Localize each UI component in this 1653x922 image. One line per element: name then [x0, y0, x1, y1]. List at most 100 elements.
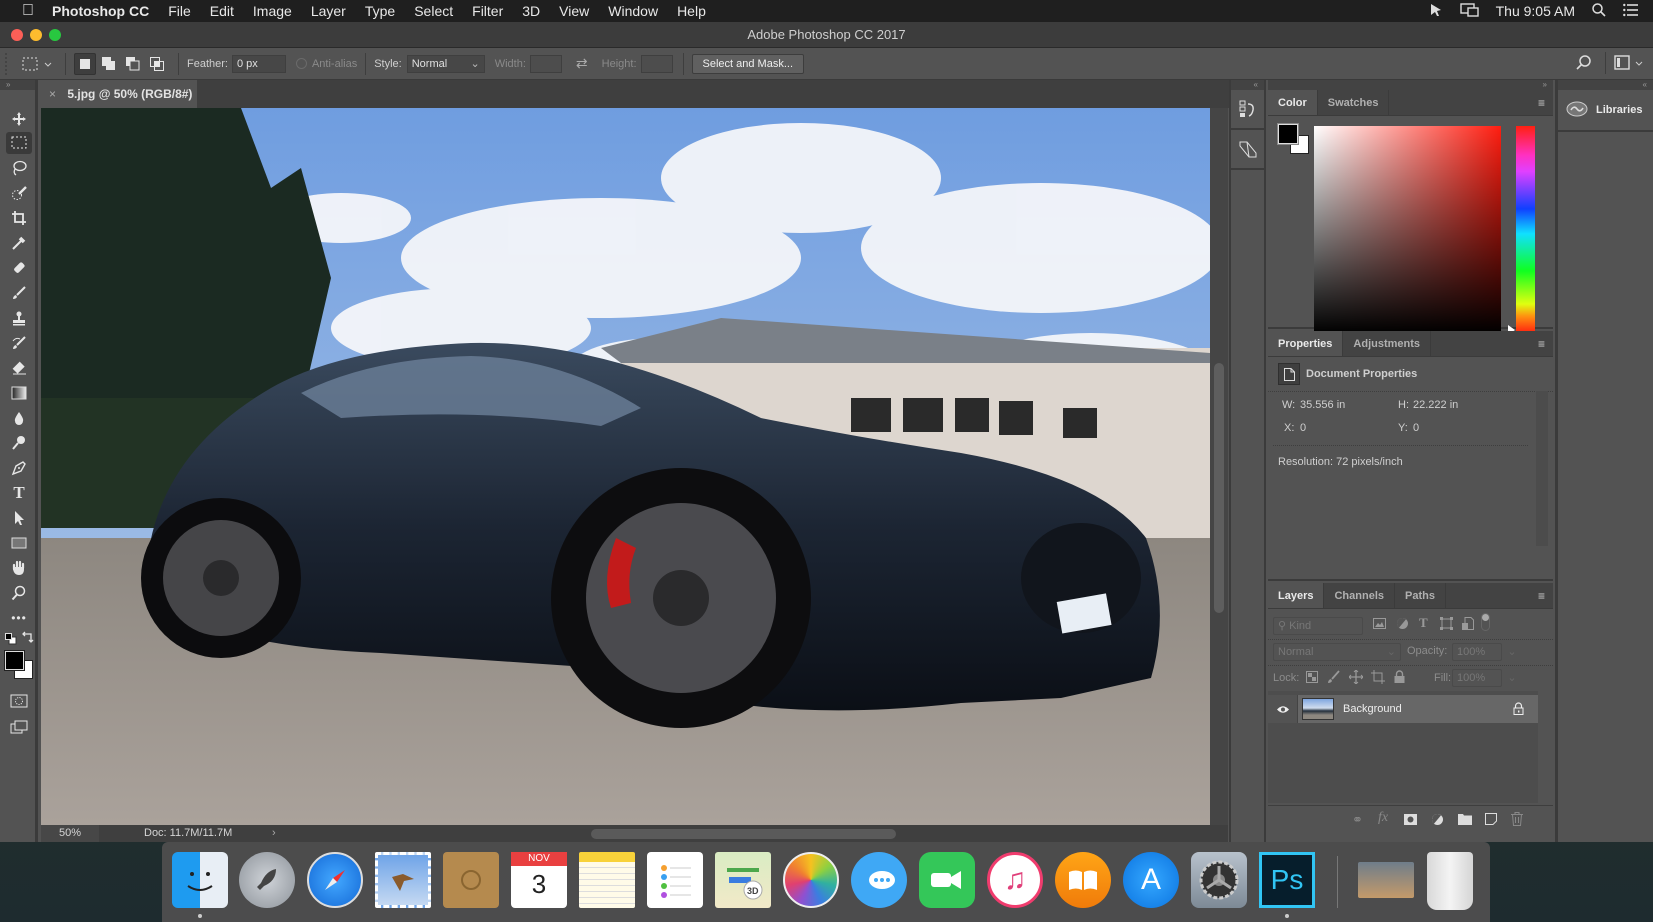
menu-type[interactable]: Type — [365, 3, 395, 19]
close-window-button[interactable] — [11, 29, 23, 41]
edit-toolbar-icon[interactable]: ••• — [6, 607, 32, 629]
tab-adjustments[interactable]: Adjustments — [1343, 331, 1432, 356]
menu-filter[interactable]: Filter — [472, 3, 503, 19]
dock-app-store[interactable]: A — [1123, 852, 1179, 908]
dock-ibooks[interactable] — [1055, 852, 1111, 908]
dock-trash[interactable] — [1427, 852, 1473, 910]
menu-image[interactable]: Image — [253, 3, 292, 19]
workspace-switcher-icon[interactable] — [1614, 55, 1644, 74]
gradient-tool-icon[interactable] — [6, 382, 32, 404]
dock-maps[interactable]: 3D — [715, 852, 771, 908]
cursor-icon[interactable] — [1428, 2, 1444, 21]
collapse-panels-icon[interactable]: « — [1231, 80, 1264, 90]
lock-artboard-icon[interactable] — [1371, 670, 1385, 687]
dock-reminders[interactable] — [647, 852, 703, 908]
eyedropper-tool-icon[interactable] — [6, 232, 32, 254]
tool-preset-picker[interactable] — [21, 53, 55, 75]
history-brush-tool-icon[interactable] — [6, 332, 32, 354]
status-menu-chevron-icon[interactable]: › — [272, 825, 276, 842]
style-dropdown[interactable]: Normal ⌄ — [406, 54, 485, 73]
tab-layers[interactable]: Layers — [1268, 583, 1325, 608]
swap-width-height-icon[interactable]: ⇄ — [576, 55, 588, 72]
zoom-level-field[interactable]: 50% — [41, 825, 99, 842]
filter-smart-objects-icon[interactable] — [1462, 617, 1474, 633]
properties-3d-panel-icon[interactable] — [1231, 130, 1264, 170]
new-selection-icon[interactable] — [74, 52, 96, 75]
rectangular-marquee-tool-icon[interactable] — [6, 132, 32, 154]
dock-safari[interactable] — [307, 852, 363, 908]
quick-selection-tool-icon[interactable] — [6, 182, 32, 204]
dock-calendar[interactable]: NOV 3 — [511, 852, 567, 908]
color-foreground-swatch[interactable] — [1277, 123, 1299, 145]
close-document-icon[interactable]: × — [49, 87, 56, 101]
swap-colors-icon[interactable] — [21, 631, 34, 647]
menu-help[interactable]: Help — [677, 3, 706, 19]
crop-tool-icon[interactable] — [6, 207, 32, 229]
move-tool-icon[interactable] — [6, 108, 32, 130]
collapse-libraries-icon[interactable]: « — [1558, 80, 1653, 90]
hand-tool-icon[interactable] — [6, 557, 32, 579]
options-bar-grip[interactable] — [5, 52, 11, 75]
add-layer-style-icon[interactable]: fx — [1378, 810, 1388, 826]
dock-finder[interactable] — [172, 852, 228, 908]
dock-photoshop[interactable]: Ps — [1259, 852, 1315, 908]
lock-all-icon[interactable] — [1394, 670, 1405, 686]
document-tab[interactable]: × 5.jpg @ 50% (RGB/8#) — [41, 80, 197, 108]
dodge-tool-icon[interactable] — [6, 432, 32, 454]
clock[interactable]: Thu 9:05 AM — [1496, 3, 1575, 19]
apple-icon[interactable]:  — [20, 2, 36, 20]
hue-slider[interactable] — [1516, 126, 1535, 333]
toolbar-collapse-icon[interactable]: » — [0, 80, 35, 90]
width-property-value[interactable]: 35.556 in — [1300, 399, 1345, 411]
lasso-tool-icon[interactable] — [6, 157, 32, 179]
filter-shape-layers-icon[interactable] — [1440, 617, 1453, 633]
tab-channels[interactable]: Channels — [1324, 583, 1395, 608]
tab-swatches[interactable]: Swatches — [1318, 90, 1390, 115]
dock-mail[interactable] — [375, 852, 431, 908]
dock-launchpad[interactable] — [239, 852, 295, 908]
delete-layer-icon[interactable] — [1511, 812, 1523, 829]
dock-itunes[interactable]: ♫ — [987, 852, 1043, 908]
clone-stamp-tool-icon[interactable] — [6, 307, 32, 329]
rectangle-tool-icon[interactable] — [6, 532, 32, 554]
tab-properties[interactable]: Properties — [1268, 331, 1344, 356]
type-tool-icon[interactable]: T — [6, 482, 32, 504]
menu-view[interactable]: View — [559, 3, 589, 19]
vertical-scrollbar[interactable] — [1210, 108, 1228, 825]
tab-paths[interactable]: Paths — [1395, 583, 1446, 608]
search-icon[interactable] — [1575, 54, 1593, 75]
filter-type-layers-icon[interactable]: T — [1419, 615, 1428, 631]
pen-tool-icon[interactable] — [6, 457, 32, 479]
quick-mask-icon[interactable] — [6, 690, 32, 712]
menu-file[interactable]: File — [168, 3, 191, 19]
menu-3d[interactable]: 3D — [522, 3, 540, 19]
properties-scrollbar[interactable] — [1536, 391, 1548, 546]
zoom-window-button[interactable] — [49, 29, 61, 41]
dock-facetime[interactable] — [919, 852, 975, 908]
path-selection-tool-icon[interactable] — [6, 507, 32, 529]
dock-contacts[interactable] — [443, 852, 499, 908]
filter-toggle-switch[interactable] — [1481, 613, 1490, 631]
dock-photos[interactable] — [783, 852, 839, 908]
dock-messages[interactable] — [851, 852, 907, 908]
brush-tool-icon[interactable] — [6, 282, 32, 304]
foreground-color-swatch[interactable] — [4, 650, 25, 671]
menu-window[interactable]: Window — [608, 3, 658, 19]
x-property-value[interactable]: 0 — [1300, 422, 1306, 434]
eraser-tool-icon[interactable] — [6, 357, 32, 379]
minimize-window-button[interactable] — [30, 29, 42, 41]
layer-name[interactable]: Background — [1343, 703, 1402, 715]
horizontal-scroll-thumb[interactable] — [591, 829, 896, 839]
link-layers-icon[interactable]: ⚭ — [1352, 812, 1363, 828]
chevron-down-icon[interactable]: ⌄ — [1505, 670, 1519, 686]
libraries-button[interactable]: Libraries — [1558, 90, 1653, 132]
y-property-value[interactable]: 0 — [1413, 422, 1419, 434]
anti-alias-checkbox[interactable] — [295, 58, 307, 69]
opacity-input[interactable]: 100% ⌄ — [1452, 643, 1517, 661]
panel-menu-icon[interactable]: ≡ — [1538, 338, 1545, 350]
fill-input[interactable]: 100% ⌄ — [1452, 669, 1517, 687]
default-colors-icon[interactable] — [5, 633, 17, 645]
layer-visibility-eye-icon[interactable] — [1268, 695, 1298, 723]
height-input[interactable] — [640, 54, 673, 73]
layer-filter-dropdown[interactable]: ⚲ Kind — [1273, 617, 1363, 635]
